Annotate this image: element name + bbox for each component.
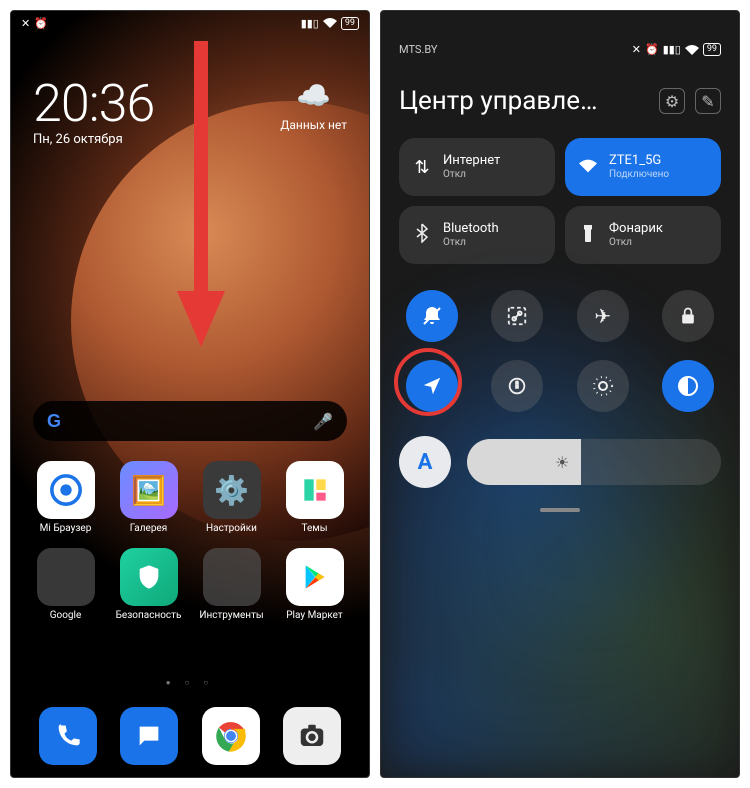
- tile-status: Откл: [443, 169, 500, 180]
- clock-time: 20:36: [33, 73, 154, 134]
- mic-icon[interactable]: 🎤: [313, 412, 333, 431]
- app-label: Инструменты: [199, 610, 263, 621]
- tile-wifi[interactable]: ZTE1_5G Подключено: [565, 138, 721, 196]
- weather-icon: ☁️: [280, 79, 347, 112]
- weather-label: Данных нет: [280, 118, 347, 132]
- tile-lock[interactable]: [662, 290, 714, 342]
- page-indicator: ● ○ ○: [11, 678, 369, 687]
- flashlight-icon: [577, 223, 599, 248]
- edit-icon[interactable]: ✎: [695, 88, 721, 114]
- brightness-fill: ☀: [467, 439, 581, 485]
- wifi-icon: [577, 157, 599, 178]
- tile-label: ZTE1_5G: [609, 154, 669, 168]
- folder-icon: [203, 548, 261, 606]
- tile-flashlight[interactable]: Фонарик Откл: [565, 206, 721, 264]
- tile-status: Подключено: [609, 169, 669, 180]
- app-mi-browser[interactable]: Mi Браузер: [27, 461, 104, 534]
- app-label: Галерея: [130, 523, 167, 534]
- alarm-icon: ⏰: [645, 43, 659, 56]
- clock-date: Пн, 26 октября: [33, 132, 154, 147]
- app-label: Play Маркет: [286, 610, 343, 621]
- settings-icon[interactable]: ⚙: [659, 88, 685, 114]
- app-label: Безопасность: [116, 610, 182, 621]
- signal-icon: ▮▮▯: [301, 17, 319, 30]
- bluetooth-icon: [411, 223, 433, 248]
- swipe-down-arrow-annotation: [171, 41, 231, 355]
- app-folder-google[interactable]: Google: [27, 548, 104, 621]
- tile-reading-mode[interactable]: [577, 360, 629, 412]
- tile-status: Откл: [609, 237, 663, 248]
- battery-indicator: 99: [703, 43, 721, 56]
- tile-dark-mode[interactable]: [662, 360, 714, 412]
- brightness-row: A ☀: [399, 436, 721, 488]
- app-label: Google: [50, 610, 82, 621]
- signal-icon: ▮▮▯: [663, 43, 681, 56]
- clock-widget[interactable]: 20:36 Пн, 26 октября: [33, 73, 154, 147]
- tile-location[interactable]: [406, 360, 458, 412]
- app-settings[interactable]: ⚙️ Настройки: [193, 461, 270, 534]
- tile-mobile-data[interactable]: ⇅ Интернет Откл: [399, 138, 555, 196]
- folder-icon: [37, 548, 95, 606]
- alarm-icon: ⏰: [34, 17, 48, 30]
- wifi-icon: [685, 45, 699, 55]
- tile-mute[interactable]: [406, 290, 458, 342]
- app-gallery[interactable]: 🖼️ Галерея: [110, 461, 187, 534]
- themes-icon: [286, 461, 344, 519]
- play-icon: [286, 548, 344, 606]
- tile-label: Фонарик: [609, 222, 663, 236]
- tile-bluetooth[interactable]: Bluetooth Откл: [399, 206, 555, 264]
- battery-indicator: 99: [341, 17, 359, 30]
- weather-widget[interactable]: ☁️ Данных нет: [280, 79, 347, 132]
- google-search-bar[interactable]: G 🎤: [33, 401, 347, 441]
- tile-label: Интернет: [443, 154, 500, 168]
- settings-icon: ⚙️: [203, 461, 261, 519]
- dock-phone[interactable]: [39, 707, 97, 765]
- gallery-icon: 🖼️: [120, 461, 178, 519]
- tile-label: Bluetooth: [443, 222, 499, 236]
- app-folder-tools[interactable]: Инструменты: [193, 548, 270, 621]
- dock-chrome[interactable]: [202, 707, 260, 765]
- dnd-icon: ✕: [21, 17, 30, 30]
- quick-tiles-round: ✈: [399, 290, 721, 412]
- quick-tiles-large: ⇅ Интернет Откл ZTE1_5G Подключено Blue: [399, 138, 721, 264]
- app-security[interactable]: Безопасность: [110, 548, 187, 621]
- phone-control-center: MTS.BY ✕ ⏰ ▮▮▯ 99 Центр управле… ⚙ ✎ ⇅ И…: [380, 10, 740, 778]
- google-logo-icon: G: [47, 411, 61, 432]
- control-center-title: Центр управле…: [399, 86, 659, 116]
- shield-icon: [120, 548, 178, 606]
- status-bar: ✕ ⏰ ▮▮▯ 99: [11, 11, 369, 35]
- drag-handle[interactable]: [399, 508, 721, 512]
- phone-home-screen: ✕ ⏰ ▮▮▯ 99 20:36 Пн, 26 октября ☁️ Данны…: [10, 10, 370, 778]
- dock-messages[interactable]: [120, 707, 178, 765]
- app-label: Mi Браузер: [40, 523, 92, 534]
- app-label: Темы: [302, 523, 328, 534]
- tile-airplane[interactable]: ✈: [577, 290, 629, 342]
- tile-auto-brightness[interactable]: A: [399, 436, 451, 488]
- wifi-icon: [323, 18, 337, 28]
- highlight-circle-annotation: [394, 348, 462, 416]
- dock-camera[interactable]: [283, 707, 341, 765]
- app-themes[interactable]: Темы: [276, 461, 353, 534]
- data-icon: ⇅: [411, 157, 433, 178]
- browser-icon: [37, 461, 95, 519]
- tile-status: Откл: [443, 237, 499, 248]
- tile-rotation-lock[interactable]: [491, 360, 543, 412]
- app-grid: Mi Браузер 🖼️ Галерея ⚙️ Настройки Темы …: [27, 461, 353, 621]
- dock: [27, 707, 353, 765]
- brightness-slider[interactable]: ☀: [467, 439, 721, 485]
- app-label: Настройки: [206, 523, 257, 534]
- carrier-label: MTS.BY: [399, 43, 438, 56]
- dnd-icon: ✕: [632, 43, 641, 56]
- app-play-store[interactable]: Play Маркет: [276, 548, 353, 621]
- tile-screenshot[interactable]: [491, 290, 543, 342]
